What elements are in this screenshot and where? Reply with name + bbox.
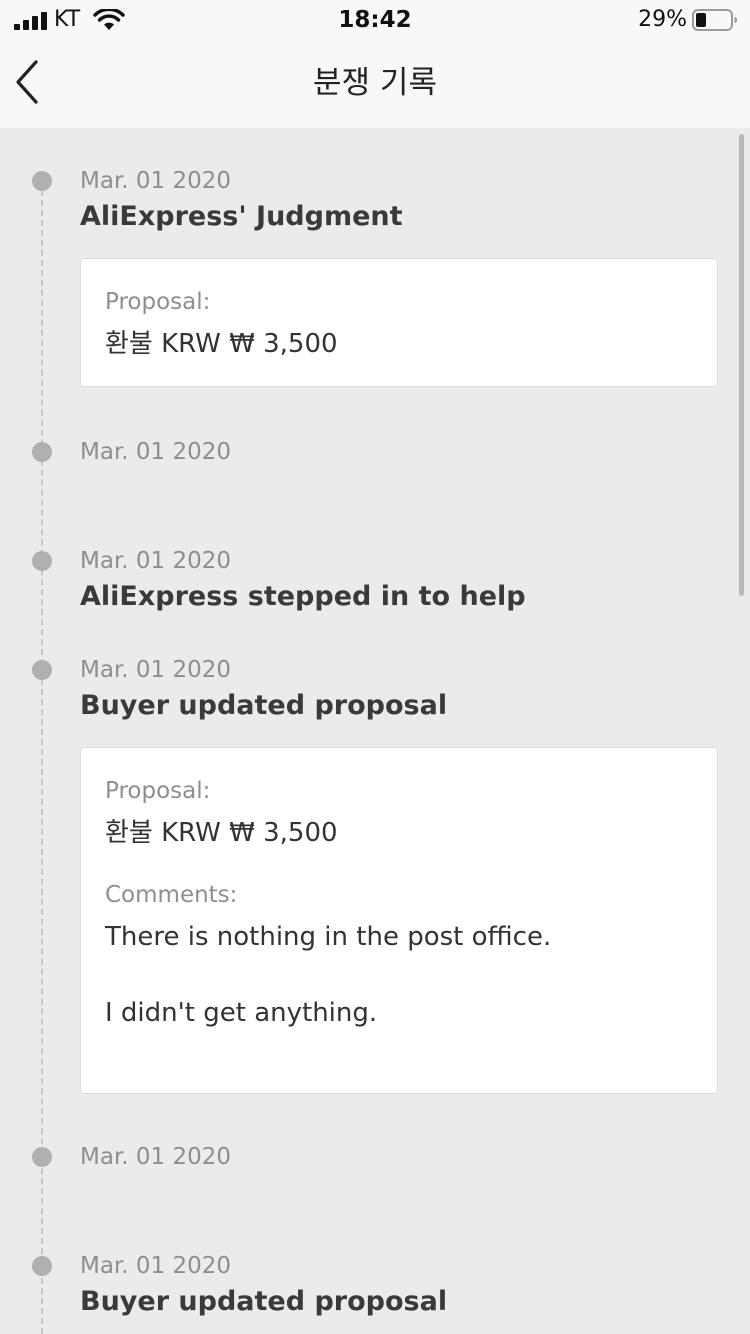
event-title: AliExpress' Judgment — [80, 201, 403, 232]
event-date: Mar. 01 2020 — [80, 548, 232, 574]
timeline-dot — [32, 551, 52, 571]
page-title: 분쟁 기록 — [313, 65, 437, 101]
proposal-label: Proposal: — [105, 778, 211, 804]
comment-line: I didn't get anything. — [105, 998, 378, 1028]
timeline-dot — [32, 1147, 52, 1167]
battery-icon — [692, 9, 737, 31]
proposal-value: 환불 KRW ₩ 3,500 — [105, 329, 338, 359]
proposal-label: Proposal: — [105, 289, 211, 315]
timeline-dot — [32, 171, 52, 191]
scroll-indicator[interactable] — [739, 134, 744, 596]
event-date: Mar. 01 2020 — [80, 168, 232, 194]
comments-label: Comments: — [105, 882, 238, 908]
event-title: Buyer updated proposal — [80, 690, 448, 721]
event-title: Buyer updated proposal — [80, 1286, 448, 1317]
event-title: AliExpress stepped in to help — [80, 581, 526, 612]
timeline-dot — [32, 442, 52, 462]
battery-percentage: 29% — [638, 7, 687, 32]
event-date: Mar. 01 2020 — [80, 1253, 232, 1279]
battery-level-fill — [696, 13, 706, 27]
event-date: Mar. 01 2020 — [80, 1144, 232, 1170]
event-date: Mar. 01 2020 — [80, 657, 232, 683]
timeline-dot — [32, 1256, 52, 1276]
timeline-dot — [32, 660, 52, 680]
proposal-value: 환불 KRW ₩ 3,500 — [105, 818, 338, 848]
comment-line: There is nothing in the post office. — [105, 922, 552, 952]
event-date: Mar. 01 2020 — [80, 439, 232, 465]
proposal-card: Proposal: 환불 KRW ₩ 3,500 Comments: There… — [80, 747, 718, 1094]
status-bar: KT 18:42 29% — [0, 0, 750, 40]
proposal-card: Proposal: 환불 KRW ₩ 3,500 — [80, 258, 718, 387]
navigation-bar: 분쟁 기록 — [0, 40, 750, 128]
